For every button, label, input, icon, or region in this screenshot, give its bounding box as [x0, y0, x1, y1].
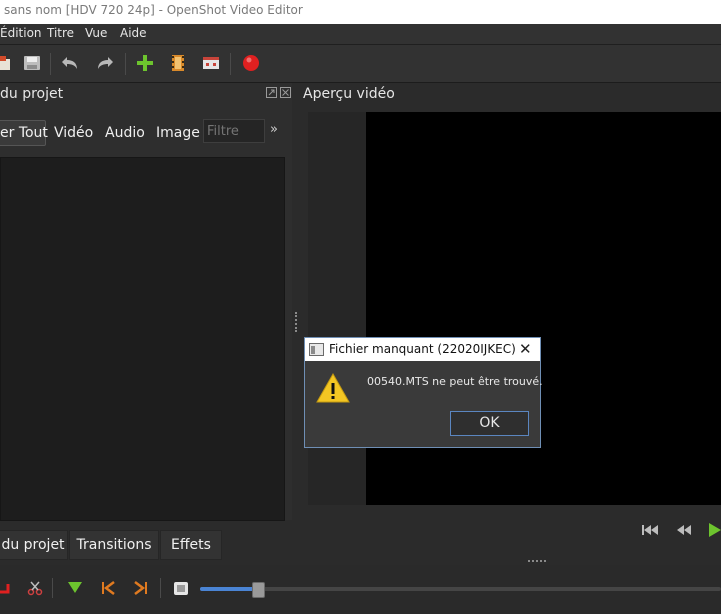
preview-title: Aperçu vidéo	[303, 86, 395, 102]
toolbar-separator	[50, 53, 51, 75]
tab-project-files[interactable]: du projet	[0, 530, 68, 560]
toolbar-separator	[125, 53, 126, 75]
record-icon[interactable]	[241, 53, 261, 73]
zoom-slider-fill	[200, 587, 256, 591]
project-files-list[interactable]	[0, 157, 285, 521]
play-icon[interactable]	[708, 522, 721, 538]
filter-tab-image[interactable]: Image	[156, 125, 200, 141]
ok-button[interactable]: OK	[450, 411, 529, 436]
menu-aide[interactable]: Aide	[120, 26, 147, 40]
fullscreen-icon[interactable]	[201, 53, 221, 73]
float-icon[interactable]	[266, 87, 277, 98]
filter-input[interactable]	[203, 119, 265, 143]
toolbar-separator	[160, 578, 161, 598]
add-marker-icon[interactable]	[67, 581, 83, 595]
zoom-icon	[174, 582, 188, 595]
menu-vue[interactable]: Vue	[85, 26, 107, 40]
window-titlebar: sans nom [HDV 720 24p] - OpenShot Video …	[0, 0, 721, 24]
menu-bar: Édition Titre Vue Aide	[0, 24, 721, 45]
jump-start-icon[interactable]	[641, 523, 659, 537]
tab-transitions-label: Transitions	[76, 537, 152, 553]
dialog-close-icon[interactable]: ✕	[519, 340, 532, 358]
zoom-slider-handle[interactable]	[252, 582, 265, 598]
film-icon[interactable]	[168, 53, 188, 73]
tab-project-files-label: du projet	[1, 537, 65, 553]
more-tabs-icon[interactable]: »	[270, 122, 278, 137]
filter-tab-all[interactable]: er Tout	[0, 125, 48, 141]
menu-titre[interactable]: Titre	[47, 26, 74, 40]
dialog-message: 00540.MTS ne peut être trouvé.	[367, 375, 543, 388]
tab-effects[interactable]: Effets	[160, 530, 222, 560]
dialog-title: Fichier manquant (22020IJKEC)	[329, 342, 516, 356]
missing-file-dialog: Fichier manquant (22020IJKEC) ✕ 00540.MT…	[304, 337, 543, 448]
import-files-icon[interactable]	[0, 53, 14, 73]
next-marker-icon[interactable]	[133, 581, 149, 595]
menu-edition[interactable]: Édition	[0, 26, 42, 40]
filter-tab-audio[interactable]: Audio	[105, 125, 145, 141]
filter-tab-video[interactable]: Vidéo	[54, 125, 93, 141]
toolbar-separator	[52, 578, 53, 598]
close-icon[interactable]	[280, 87, 291, 98]
window-title: sans nom [HDV 720 24p] - OpenShot Video …	[4, 3, 303, 17]
main-toolbar	[0, 45, 721, 83]
tab-transitions[interactable]: Transitions	[69, 530, 159, 560]
undo-icon[interactable]	[60, 53, 80, 73]
dock-splitter-handle[interactable]	[295, 312, 300, 332]
tab-effects-label: Effets	[171, 537, 211, 553]
razor-icon[interactable]	[27, 580, 43, 596]
save-icon[interactable]	[22, 53, 42, 73]
add-track-icon[interactable]	[135, 53, 155, 73]
previous-marker-icon[interactable]	[100, 581, 116, 595]
rewind-icon[interactable]	[675, 523, 693, 537]
toolbar-separator	[230, 53, 231, 75]
zoom-slider-track[interactable]	[200, 587, 721, 591]
warning-icon	[316, 372, 350, 403]
redo-icon[interactable]	[95, 53, 115, 73]
snap-icon[interactable]	[0, 580, 10, 596]
app-window-icon	[309, 343, 324, 356]
dialog-titlebar: Fichier manquant (22020IJKEC) ✕	[305, 338, 540, 361]
project-files-title: du projet	[0, 86, 64, 102]
